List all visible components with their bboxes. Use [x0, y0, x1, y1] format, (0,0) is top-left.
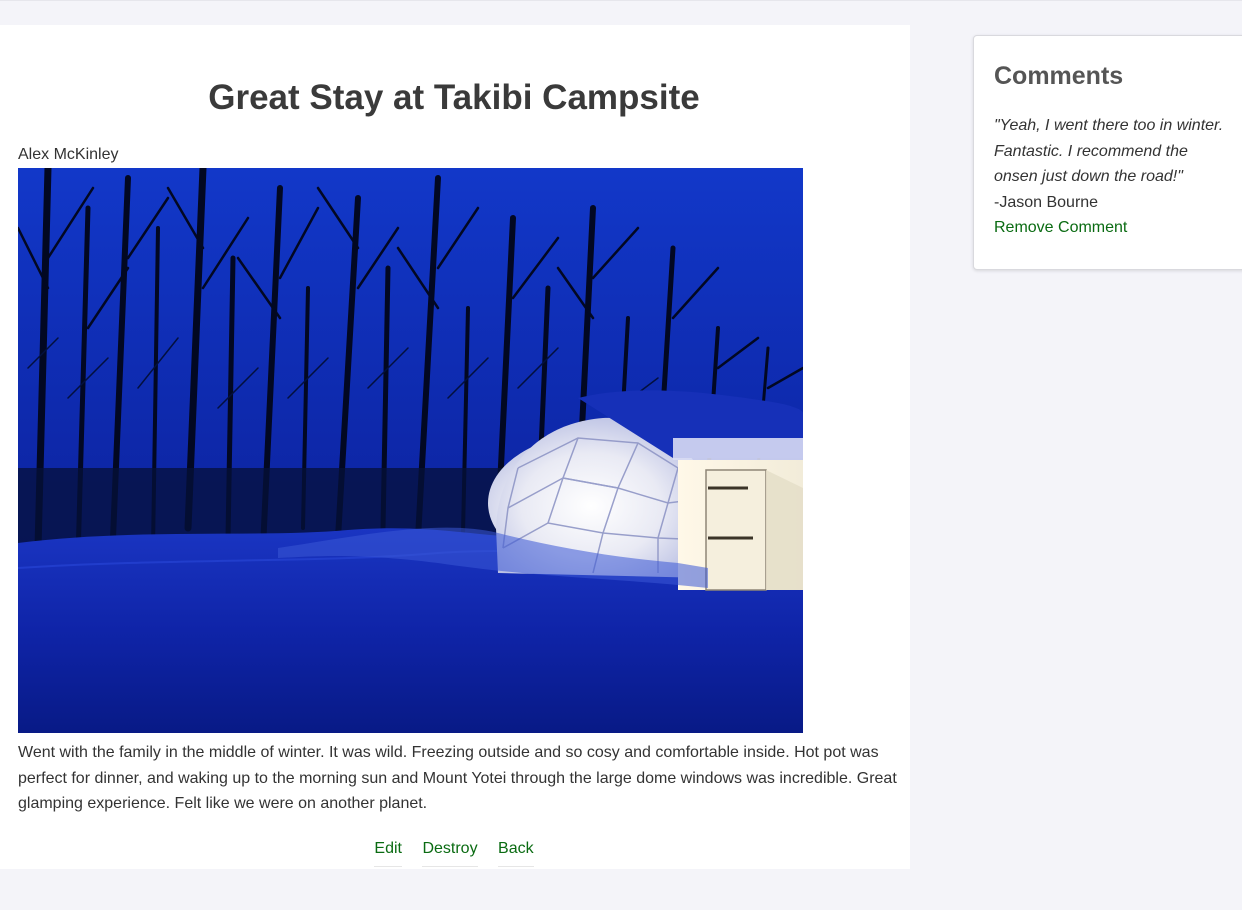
post-title: Great Stay at Takibi Campsite — [208, 78, 700, 117]
back-link[interactable]: Back — [498, 839, 534, 867]
comment-text: "Yeah, I went there too in winter. Fanta… — [994, 117, 1224, 185]
top-divider — [0, 0, 1242, 1]
comment-author: -Jason Bourne — [994, 194, 1099, 211]
comments-heading: Comments — [994, 62, 1124, 90]
edit-link[interactable]: Edit — [374, 839, 402, 867]
post-body: Went with the family in the middle of wi… — [18, 744, 897, 812]
post-card: Great Stay at Takibi Campsite Alex McKin… — [0, 25, 910, 869]
destroy-link[interactable]: Destroy — [422, 839, 478, 867]
remove-comment-link[interactable]: Remove Comment — [994, 215, 1127, 241]
post-author: Alex McKinley — [18, 146, 119, 163]
post-actions: Edit Destroy Back — [0, 839, 908, 867]
comments-card: Comments "Yeah, I went there too in wint… — [973, 35, 1242, 270]
post-photo — [18, 168, 803, 733]
